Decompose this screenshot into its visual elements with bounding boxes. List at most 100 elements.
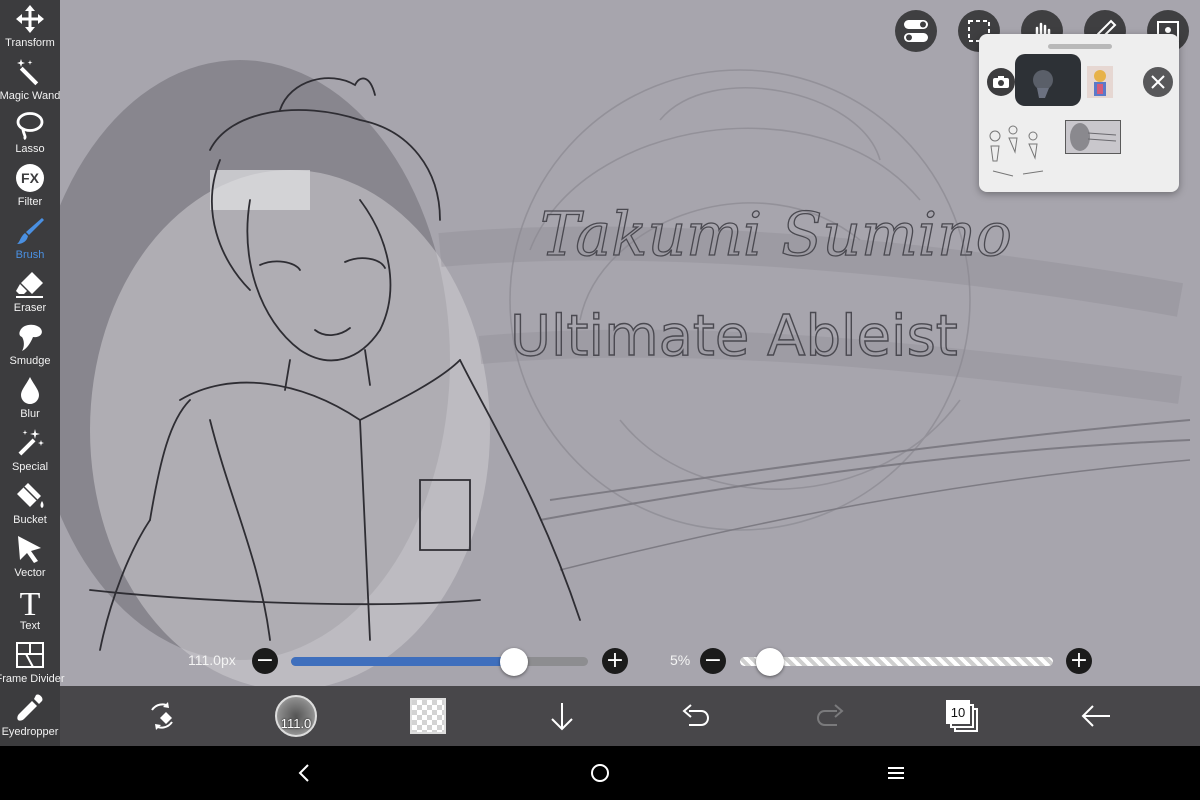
tool-filter[interactable]: FX Filter — [0, 159, 60, 212]
tool-label: Bucket — [13, 514, 47, 526]
brush-icon — [17, 218, 44, 244]
bucket-icon — [17, 483, 44, 508]
toggle-settings-button[interactable] — [895, 10, 937, 52]
canvas-lettering-name: Takumi Sumino — [540, 200, 1012, 270]
redo-icon — [816, 704, 844, 726]
tool-label: Text — [19, 620, 41, 632]
opacity-decrease-button[interactable]: − — [700, 648, 726, 674]
camera-button[interactable] — [987, 68, 1015, 96]
nav-back-button[interactable] — [274, 746, 334, 800]
tool-label: Brush — [15, 249, 45, 261]
tool-label: Filter — [17, 196, 43, 208]
arrow-left-icon — [1081, 705, 1110, 727]
brush-size-decrease-button[interactable]: − — [252, 648, 278, 674]
reference-popup[interactable] — [979, 34, 1179, 192]
toggle-icon — [904, 20, 928, 42]
tool-eyedropper[interactable]: Eyedropper — [0, 689, 60, 742]
reference-thumbnail-dark[interactable] — [1015, 54, 1081, 106]
brush-preview-button[interactable]: 111.0 — [272, 686, 320, 746]
tool-text[interactable]: T Text — [0, 583, 60, 636]
tool-bucket[interactable]: Bucket — [0, 477, 60, 530]
brush-size-slider[interactable] — [291, 648, 588, 676]
tool-label: Smudge — [9, 355, 51, 367]
opacity-slider[interactable] — [740, 648, 1053, 676]
fx-icon: FX — [16, 164, 44, 192]
plus-icon: + — [1069, 648, 1089, 673]
tool-label: Eyedropper — [1, 726, 59, 738]
magic-wand-icon — [17, 59, 39, 86]
tool-label: Eraser — [13, 302, 47, 314]
layers-button[interactable]: 10 — [942, 686, 982, 746]
smudge-icon — [19, 324, 42, 351]
cursor-arrow-icon — [18, 536, 41, 563]
sparkle-icon — [18, 429, 44, 456]
color-swatch — [410, 698, 446, 734]
arrow-down-icon — [551, 703, 573, 731]
minus-icon: − — [255, 648, 275, 673]
lasso-icon — [16, 112, 44, 140]
tool-frame-divider[interactable]: Frame Divider — [0, 636, 65, 689]
brush-size-knob[interactable] — [499, 648, 528, 676]
close-popup-button[interactable] — [1143, 67, 1173, 97]
bottom-toolbar: 111.0 10 — [60, 686, 1200, 746]
tool-blur[interactable]: Blur — [0, 371, 60, 424]
layer-count: 10 — [946, 700, 970, 724]
tool-brush[interactable]: Brush — [0, 212, 60, 265]
minus-icon: − — [703, 648, 723, 673]
brush-preview-size: 111.0 — [280, 716, 312, 731]
brush-size-value: 111.0px — [188, 652, 236, 668]
opacity-value: 5% — [670, 652, 691, 668]
tool-special[interactable]: Special — [0, 424, 60, 477]
tool-sidebar: Transform Magic Wand Lasso FX Filter Bru… — [0, 0, 65, 746]
camera-icon — [993, 76, 1009, 88]
eyedropper-icon — [17, 694, 43, 721]
tool-lasso[interactable]: Lasso — [0, 106, 60, 159]
brush-size-increase-button[interactable]: + — [602, 648, 628, 674]
reference-thumbnail-color[interactable] — [1087, 66, 1113, 98]
canvas-lettering-title: Ultimate Ableist — [510, 304, 958, 369]
swap-tool-button[interactable] — [140, 686, 184, 746]
plus-icon: + — [605, 648, 625, 673]
opacity-increase-button[interactable]: + — [1066, 648, 1092, 674]
thumbnail-art — [1070, 123, 1117, 151]
chevron-left-icon — [298, 764, 309, 782]
redo-button[interactable] — [810, 686, 850, 746]
swap-eraser-icon — [151, 702, 173, 730]
circle-home-icon — [591, 764, 609, 782]
reference-thumbnail-current[interactable] — [1065, 120, 1121, 154]
tool-label: Special — [11, 461, 49, 473]
layers-icon: 10 — [946, 700, 978, 732]
system-nav-bar — [0, 746, 1200, 800]
menu-icon — [888, 767, 904, 779]
reference-thumbnail-sketches[interactable] — [983, 116, 1063, 188]
eraser-icon — [16, 272, 43, 298]
tool-smudge[interactable]: Smudge — [0, 318, 60, 371]
tool-transform[interactable]: Transform — [0, 0, 60, 53]
undo-icon — [682, 704, 710, 726]
text-t-icon: T — [20, 587, 41, 617]
thumbnail-art — [1033, 70, 1053, 98]
brush-preview-circle: 111.0 — [275, 695, 317, 737]
tool-label: Lasso — [15, 143, 45, 155]
tool-label: Blur — [20, 408, 40, 420]
tool-label: Magic Wand — [0, 90, 61, 102]
thumbnail-art — [1094, 70, 1106, 96]
drag-handle[interactable] — [1048, 44, 1112, 49]
thumbnail-art — [989, 125, 1044, 177]
tool-label: Frame Divider — [0, 673, 65, 685]
opacity-knob[interactable] — [755, 648, 784, 676]
nav-menu-button[interactable] — [866, 746, 926, 800]
tool-label: Transform — [5, 37, 55, 49]
tool-magic-wand[interactable]: Magic Wand — [0, 53, 60, 106]
download-button[interactable] — [542, 686, 582, 746]
svg-text:T: T — [20, 587, 41, 617]
move-arrows-icon — [16, 5, 44, 33]
brush-size-fill — [291, 657, 514, 666]
nav-home-button[interactable] — [570, 746, 630, 800]
tool-eraser[interactable]: Eraser — [0, 265, 60, 318]
color-picker-button[interactable] — [408, 686, 448, 746]
tool-vector[interactable]: Vector — [0, 530, 60, 583]
undo-button[interactable] — [676, 686, 716, 746]
droplet-icon — [21, 377, 39, 404]
back-button[interactable] — [1076, 686, 1116, 746]
